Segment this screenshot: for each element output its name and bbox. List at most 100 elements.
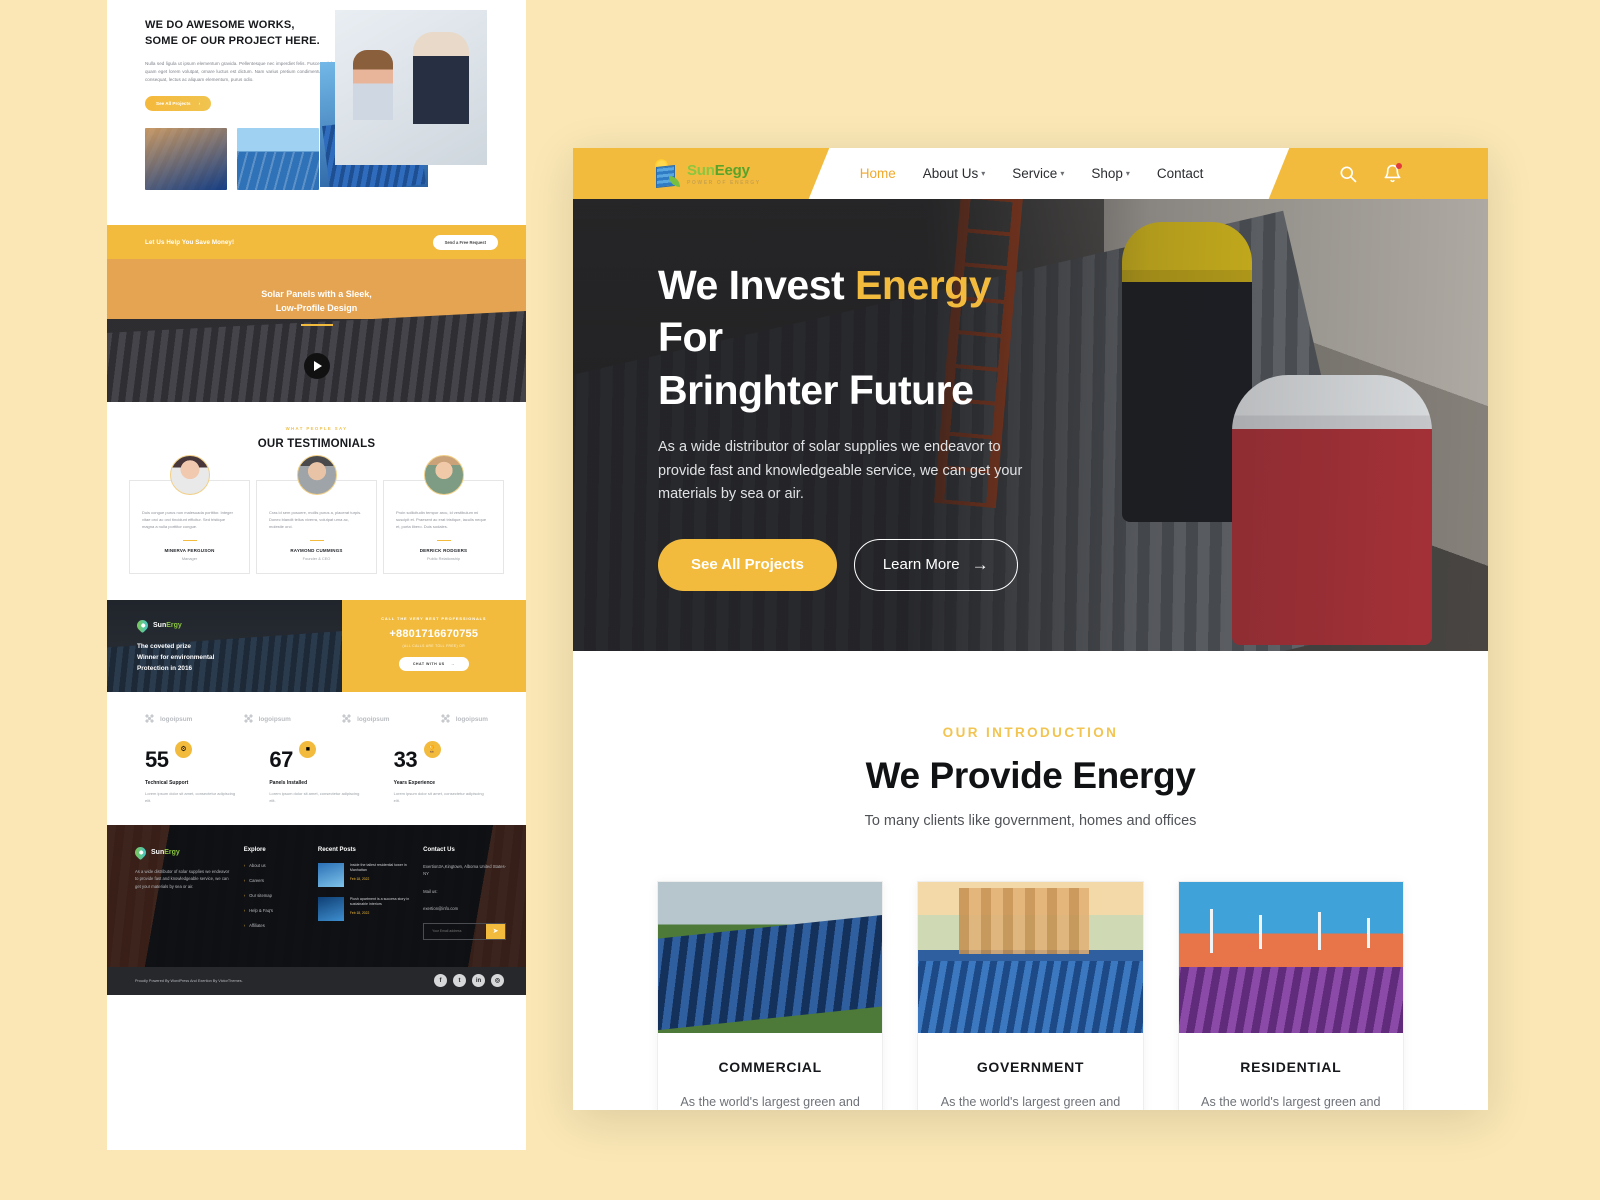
testimonials-eyebrow: WHAT PEOPLE SAY xyxy=(285,426,348,431)
client-logo: logoipsum xyxy=(440,713,488,725)
search-icon[interactable] xyxy=(1337,163,1359,185)
linkedin-icon[interactable]: in xyxy=(472,974,485,988)
footer-contact-column: Contact Us Exertion3A,Kingtown, Alboma U… xyxy=(423,846,507,940)
chevron-down-icon: ▾ xyxy=(1125,169,1130,178)
send-icon[interactable]: ➤ xyxy=(486,923,506,939)
client-logo-label: logoipsum xyxy=(455,715,488,723)
see-all-projects-button[interactable]: See All Projects xyxy=(658,538,837,591)
intro-subtitle: To many clients like government, homes a… xyxy=(864,813,1197,829)
arrow-right-icon: → xyxy=(971,554,989,574)
residential-image xyxy=(1178,882,1403,1033)
wind-turbine-icon xyxy=(1317,912,1321,951)
logoipsum-icon xyxy=(145,713,156,725)
footer-explore-heading: Explore xyxy=(243,846,266,853)
works-paragraph: Nulla sed ligula ut ipsum elementum grav… xyxy=(145,60,337,82)
award-icon: 🏆 xyxy=(423,740,441,758)
preview-footer: SunErgy As a wide distributor of solar s… xyxy=(107,824,526,995)
chevron-right-icon: › xyxy=(198,100,201,106)
subscribe-email-input[interactable] xyxy=(424,923,487,939)
counter-item: 67 ■ Panels Installed Lorem ipsum dolor … xyxy=(269,740,363,805)
footer-link-careers[interactable]: Careers xyxy=(244,878,306,883)
intro-title: We Provide Energy xyxy=(865,755,1196,796)
intro-card-government[interactable]: GOVERNMENT As the world's largest green … xyxy=(917,881,1144,1110)
footer-link-affiliates[interactable]: Affiliates xyxy=(244,923,306,928)
solar-panel-logo-icon xyxy=(652,158,680,189)
main-navigation: Home About Us ▾ Service ▾ Shop ▾ Contact xyxy=(860,166,1204,181)
testimonial-role: Manager xyxy=(181,555,198,561)
nav-item-contact[interactable]: Contact xyxy=(1157,166,1204,181)
learn-more-button[interactable]: Learn More → xyxy=(853,538,1018,591)
nav-item-shop[interactable]: Shop ▾ xyxy=(1091,166,1130,181)
works-family-turbine-image xyxy=(335,10,487,165)
cta-headline-l3: Protection in 2016 xyxy=(137,665,193,673)
testimonial-card: Duis congue purus non malesuada porttito… xyxy=(129,455,250,574)
client-logo-label: logoipsum xyxy=(160,715,193,723)
footer-contact-heading: Contact Us xyxy=(423,846,455,853)
hero-title-line2: Bringhter Future xyxy=(658,366,974,413)
footer-link-about-us[interactable]: About us xyxy=(244,863,306,868)
footer-logo: SunErgy xyxy=(132,844,232,860)
avatar xyxy=(296,455,337,495)
footer-post-item[interactable]: Inside the tallest residential tower in … xyxy=(317,862,411,887)
post-date: Feb 18, 2022 xyxy=(349,877,370,882)
instagram-icon[interactable]: ◎ xyxy=(491,974,504,988)
intro-card-residential[interactable]: RESIDENTIAL As the world's largest green… xyxy=(1177,881,1404,1110)
testimonial-name: RAYMOND CUMMINGS xyxy=(290,547,343,553)
counter-description: Lorem ipsum dolor sit amet, consectetur … xyxy=(393,790,484,803)
facebook-icon[interactable]: f xyxy=(434,974,447,988)
logoipsum-icon xyxy=(342,713,354,725)
card-title-residential: RESIDENTIAL xyxy=(1240,1059,1342,1075)
preview-works-section: WE DO AWESOME WORKS, SOME OF OUR PROJECT… xyxy=(107,0,526,225)
client-logo-row: logoipsum logoipsum logoipsum logoipsum xyxy=(107,713,526,725)
footer-link-sitemap[interactable]: Our sitemap xyxy=(244,893,306,898)
intro-card-commercial[interactable]: COMMERCIAL As the world's largest green … xyxy=(657,881,884,1110)
works-see-all-projects-button[interactable]: See All Projects › xyxy=(145,95,212,111)
footer-post-item[interactable]: Plush apartment is a success story in su… xyxy=(317,896,411,921)
bell-icon[interactable] xyxy=(1381,162,1403,185)
chat-with-us-button[interactable]: CHAT WITH US → xyxy=(398,656,469,671)
testimonials-title: OUR TESTIMONIALS xyxy=(257,438,376,450)
divider xyxy=(436,539,451,541)
footer-mail[interactable]: exertion@info.com xyxy=(423,905,506,913)
counter-description: Lorem ipsum dolor sit amet, consectetur … xyxy=(145,790,236,803)
wind-turbine-icon xyxy=(1210,909,1214,954)
nav-label-about-us: About Us xyxy=(922,166,979,181)
counter-item: 55 ⚙ Technical Support Lorem ipsum dolor… xyxy=(145,740,239,805)
footer-link-help-faq[interactable]: Help & Faq's xyxy=(244,908,306,913)
play-icon[interactable] xyxy=(303,353,330,379)
card-text-residential: As the world's largest green and clean e… xyxy=(1201,1095,1381,1109)
hero-section: We Invest Energy For Bringhter Future As… xyxy=(573,199,1488,651)
site-logo[interactable]: SunEegy POWER OF ENERGY xyxy=(652,158,761,189)
counter-item: 33 🏆 Years Experience Lorem ipsum dolor … xyxy=(393,740,488,805)
send-free-request-button[interactable]: Send a Free Request xyxy=(432,234,498,250)
twitter-icon[interactable]: t xyxy=(453,974,466,988)
footer-logo-name-1: Sun xyxy=(151,848,165,856)
client-logo-label: logoipsum xyxy=(357,715,390,723)
nav-item-about-us[interactable]: About Us ▾ xyxy=(923,166,986,181)
intro-card-list: COMMERCIAL As the world's largest green … xyxy=(573,881,1488,1110)
testimonial-card-list: Duis congue purus non malesuada porttito… xyxy=(107,455,526,574)
nav-item-service[interactable]: Service ▾ xyxy=(1012,166,1064,181)
logo-name-part2: Eegy xyxy=(714,161,750,179)
works-title-line2: SOME OF OUR PROJECT HERE. xyxy=(145,34,320,47)
cta-phone-number[interactable]: +8801716670755 xyxy=(342,628,526,640)
hero-title-part2: For xyxy=(658,314,723,361)
counter-description: Lorem ipsum dolor sit amet, consectetur … xyxy=(269,790,360,803)
chevron-down-icon: ▾ xyxy=(1060,169,1065,178)
preview-stats-section: logoipsum logoipsum logoipsum logoipsum … xyxy=(107,691,526,825)
logo-name-part1: Sun xyxy=(687,161,715,179)
chat-button-label: CHAT WITH US xyxy=(412,661,445,666)
counter-label: Panels Installed xyxy=(269,779,308,786)
wind-turbine-icon xyxy=(1367,918,1371,949)
logo-tagline: POWER OF ENERGY xyxy=(687,179,761,186)
card-title-commercial: COMMERCIAL xyxy=(718,1059,822,1075)
cta-logo-name-2: Ergy xyxy=(166,621,182,629)
hero-title-part1: We Invest xyxy=(658,262,856,308)
screenshot-stage: WE DO AWESOME WORKS, SOME OF OUR PROJECT… xyxy=(0,0,1600,1200)
location-pin-icon xyxy=(134,617,151,634)
footer-posts-column: Recent Posts Inside the tallest resident… xyxy=(317,847,411,940)
testimonial-quote: Proin sollicitudin tempor arcu, id vesti… xyxy=(396,510,487,530)
nav-item-home[interactable]: Home xyxy=(860,166,896,181)
preview-video-section: Solar Panels with a Sleek, Low-Profile D… xyxy=(107,259,526,402)
post-thumbnail xyxy=(317,896,344,921)
